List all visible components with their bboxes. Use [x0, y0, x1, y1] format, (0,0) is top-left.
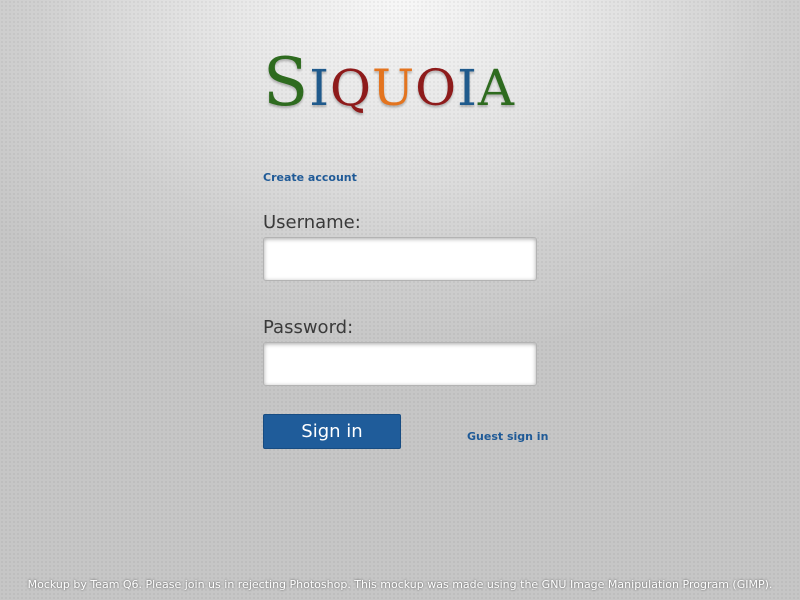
sign-in-button[interactable]: Sign in	[263, 414, 401, 449]
logo-letter-i: I	[309, 59, 329, 117]
username-input[interactable]	[263, 237, 537, 281]
logo-letter-q: Q	[329, 59, 371, 117]
logo-letter-i2: I	[457, 59, 477, 117]
logo-letter-s: S	[263, 44, 309, 121]
logo-letter-a: A	[477, 59, 514, 117]
create-account-link[interactable]: Create account	[263, 171, 357, 184]
logo-letter-u: U	[371, 59, 415, 117]
logo-letter-o: O	[415, 59, 457, 117]
guest-sign-in-link[interactable]: Guest sign in	[467, 430, 548, 443]
username-label: Username:	[263, 212, 361, 233]
password-input[interactable]	[263, 342, 537, 386]
footer-note: Mockup by Team Q6. Please join us in rej…	[27, 578, 773, 591]
password-label: Password:	[263, 317, 354, 338]
siquoia-logo: SIQUOIA	[263, 50, 539, 130]
